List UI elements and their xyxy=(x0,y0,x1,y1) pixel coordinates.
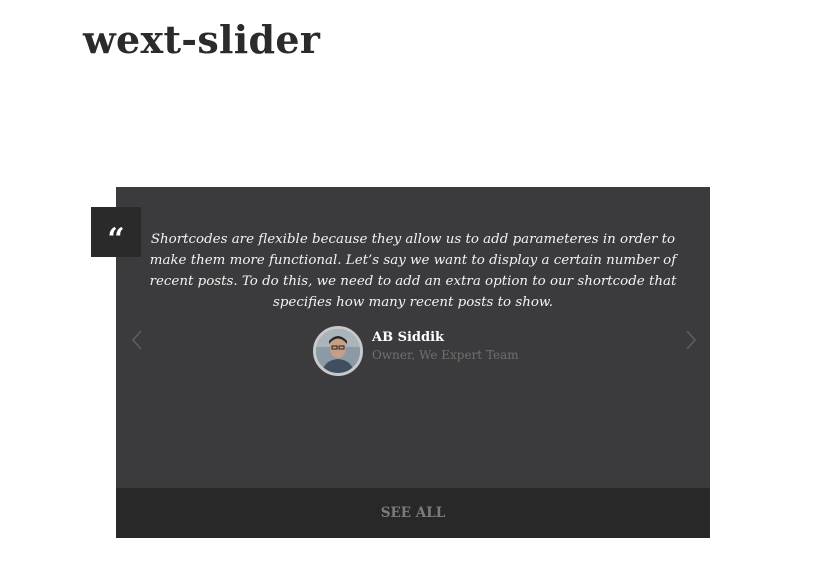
see-all-button[interactable]: SEE ALL xyxy=(116,488,710,538)
slider-prev-button[interactable] xyxy=(128,328,148,352)
testimonial-author: AB Siddik Owner, We Expert Team xyxy=(313,325,519,377)
author-name: AB Siddik xyxy=(372,330,445,345)
avatar-portrait-image xyxy=(316,329,360,373)
slider-next-button[interactable] xyxy=(680,328,700,352)
author-avatar xyxy=(313,326,363,376)
chevron-right-icon xyxy=(686,330,697,350)
testimonial-quote: Shortcodes are flexible because they all… xyxy=(149,232,677,310)
chevron-left-icon xyxy=(131,330,142,350)
page-title: wext-slider xyxy=(83,17,321,62)
author-info: AB Siddik Owner, We Expert Team xyxy=(372,329,519,363)
testimonial-slider: Shortcodes are flexible because they all… xyxy=(116,187,710,538)
author-role: Owner, We Expert Team xyxy=(372,348,519,362)
quote-icon: “ xyxy=(91,207,141,257)
